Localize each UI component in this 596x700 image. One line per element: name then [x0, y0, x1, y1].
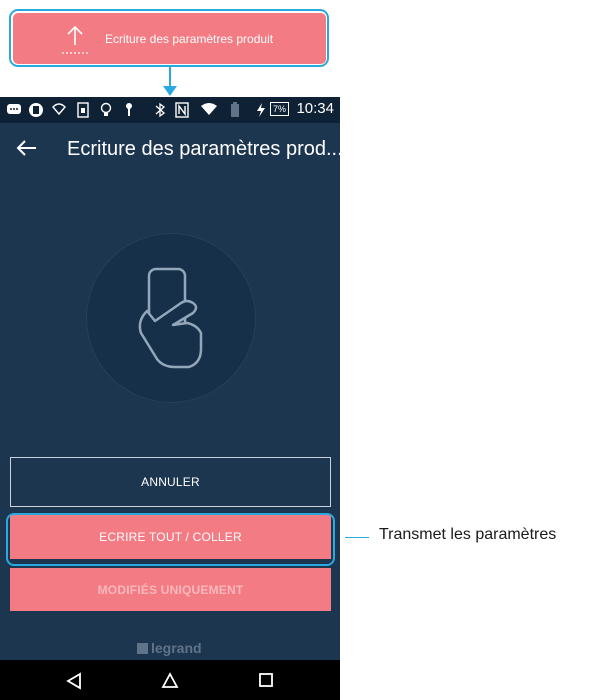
phone-in-hand-icon [138, 267, 203, 369]
wifi-outline-icon [52, 103, 66, 116]
messages-icon [7, 104, 21, 114]
app-bar: Ecriture des paramètres prod... [0, 123, 340, 179]
page-title: Ecriture des paramètres prod... [67, 138, 340, 160]
annotation-text: Transmet les paramètres [379, 526, 557, 543]
write-parameters-button[interactable]: Ecriture des paramètres produit [13, 13, 326, 64]
wifi-icon [201, 103, 217, 115]
battery-percent: 7% [270, 102, 290, 116]
home-circle-icon[interactable] [161, 672, 179, 690]
brand-name: legrand [151, 640, 202, 656]
signal-circle-icon [29, 103, 43, 117]
key-icon [126, 103, 132, 116]
back-arrow-icon[interactable] [14, 135, 40, 161]
cancel-button[interactable]: ANNULER [10, 457, 331, 507]
navigation-bar [0, 660, 340, 700]
pointer-arrow-head [163, 86, 177, 96]
write-all-highlight-frame [6, 513, 335, 566]
nfc-icon [175, 102, 189, 118]
bulb-icon [100, 102, 112, 116]
annotation-line [345, 537, 369, 538]
modified-only-button[interactable]: MODIFIÉS UNIQUEMENT [10, 568, 331, 611]
back-triangle-icon[interactable] [66, 672, 82, 690]
charging-icon [257, 103, 265, 117]
write-parameters-label: Ecriture des paramètres produit [105, 32, 274, 46]
recents-square-icon[interactable] [258, 672, 274, 688]
bluetooth-icon [155, 102, 165, 118]
upload-arrow-icon [62, 25, 88, 54]
battery-saver-icon [231, 102, 239, 117]
legrand-logo-icon [137, 642, 148, 654]
sim-icon [77, 102, 89, 118]
status-time: 10:34 [296, 100, 334, 117]
brand-logo: legrand [137, 639, 202, 657]
status-bar: 7% 10:34 [0, 97, 340, 123]
phone-screen: 7% 10:34 Ecriture des paramètres prod...… [0, 97, 340, 700]
